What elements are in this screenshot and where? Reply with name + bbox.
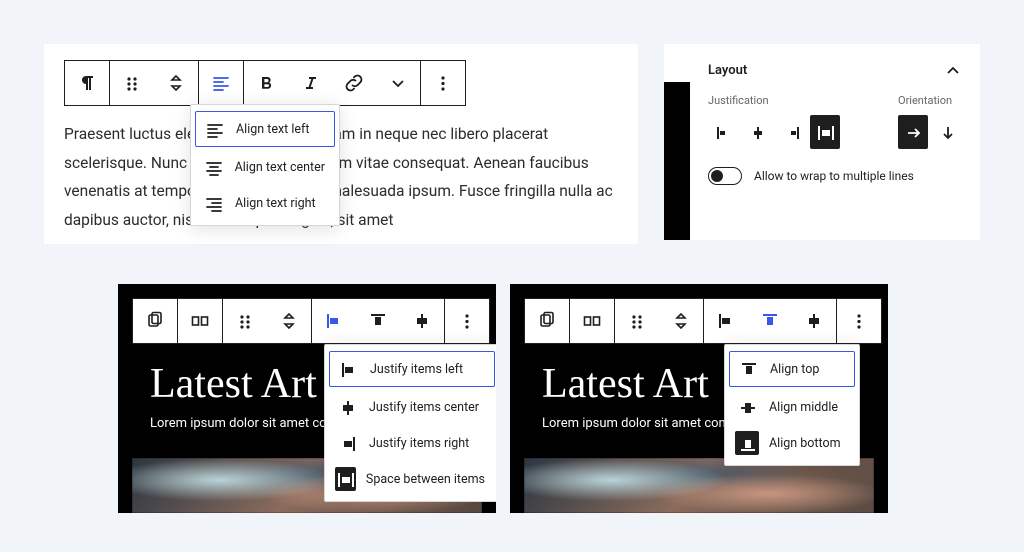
- block-heading[interactable]: Latest Art: [150, 360, 317, 408]
- align-left-icon: [202, 117, 226, 141]
- layout-title: Layout: [708, 63, 747, 78]
- drag-handle[interactable]: [110, 61, 154, 105]
- justify-center-icon: [335, 395, 359, 419]
- wrap-label: Allow to wrap to multiple lines: [754, 169, 914, 183]
- width-button[interactable]: [400, 299, 444, 343]
- align-center-option[interactable]: Align text center: [191, 149, 339, 185]
- row-block-panel-justify: Latest Art Lorem ipsum dolor sit amet co…: [118, 284, 496, 513]
- collapse-icon[interactable]: [942, 60, 962, 80]
- more-rich-text[interactable]: [376, 61, 420, 105]
- justify-right-icon: [335, 431, 359, 455]
- justify-center-button[interactable]: [742, 115, 772, 149]
- paragraph-button[interactable]: [65, 61, 109, 105]
- row-block-icon[interactable]: [570, 299, 614, 343]
- align-left-option[interactable]: Align text left: [195, 111, 335, 147]
- paragraph-text[interactable]: Praesent luctus eleifend consequare. Nam…: [64, 120, 618, 235]
- justify-left-button[interactable]: [708, 115, 738, 149]
- move-up-down[interactable]: [659, 299, 703, 343]
- align-top-icon: [736, 357, 760, 381]
- row-block-panel-valign: Latest Art Lorem ipsum dolor sit amet co…: [510, 284, 888, 513]
- option-label: Align text center: [235, 160, 325, 175]
- drag-handle[interactable]: [223, 299, 267, 343]
- select-parent-button[interactable]: [133, 299, 177, 343]
- justify-right-button[interactable]: [776, 115, 806, 149]
- wrap-toggle[interactable]: [708, 167, 742, 185]
- horizontal-button[interactable]: [898, 115, 928, 149]
- move-up-down[interactable]: [154, 61, 198, 105]
- valign-button[interactable]: [356, 299, 400, 343]
- align-middle-option[interactable]: Align middle: [725, 389, 859, 425]
- justify-right-option[interactable]: Justify items right: [325, 425, 496, 461]
- align-button[interactable]: [199, 61, 243, 105]
- justify-left-option[interactable]: Justify items left: [329, 351, 495, 387]
- justify-dropdown: Justify items left Justify items center …: [324, 344, 496, 502]
- drag-handle[interactable]: [615, 299, 659, 343]
- options-button[interactable]: [445, 299, 489, 343]
- link-button[interactable]: [332, 61, 376, 105]
- option-label: Align bottom: [769, 436, 841, 451]
- move-up-down[interactable]: [267, 299, 311, 343]
- justify-button[interactable]: [704, 299, 748, 343]
- valign-dropdown: Align top Align middle Align bottom: [724, 344, 860, 466]
- space-between-button[interactable]: [810, 115, 840, 149]
- option-label: Justify items center: [369, 400, 479, 415]
- select-parent-button[interactable]: [525, 299, 569, 343]
- align-dropdown: Align text left Align text center Align …: [190, 104, 340, 226]
- options-button[interactable]: [837, 299, 881, 343]
- orientation-buttons: [898, 115, 962, 149]
- align-right-option[interactable]: Align text right: [191, 185, 339, 221]
- align-middle-icon: [735, 395, 759, 419]
- justify-left-icon: [336, 357, 360, 381]
- option-label: Justify items right: [369, 436, 469, 451]
- block-toolbar: [64, 60, 466, 106]
- justification-buttons: [708, 115, 840, 149]
- row-block-icon[interactable]: [178, 299, 222, 343]
- block-toolbar: [132, 298, 490, 344]
- space-between-icon: [335, 467, 356, 491]
- option-label: Align text left: [236, 122, 309, 137]
- orientation-label: Orientation: [898, 94, 962, 107]
- width-button[interactable]: [792, 299, 836, 343]
- sidebar-accent: [664, 82, 690, 240]
- layout-settings-panel: Layout Justification Orientation: [664, 44, 980, 240]
- align-center-icon: [201, 155, 225, 179]
- align-bottom-icon: [735, 431, 759, 455]
- italic-button[interactable]: [288, 61, 332, 105]
- valign-button[interactable]: [748, 299, 792, 343]
- block-heading[interactable]: Latest Art: [542, 360, 709, 408]
- options-button[interactable]: [421, 61, 465, 105]
- align-top-option[interactable]: Align top: [729, 351, 855, 387]
- block-toolbar: [524, 298, 882, 344]
- option-label: Align top: [770, 362, 819, 377]
- option-label: Justify items left: [370, 362, 463, 377]
- option-label: Align text right: [235, 196, 316, 211]
- text-block-panel: Praesent luctus eleifend consequare. Nam…: [44, 44, 638, 244]
- justification-label: Justification: [708, 94, 840, 107]
- align-right-icon: [201, 191, 225, 215]
- vertical-button[interactable]: [932, 115, 962, 149]
- option-label: Space between items: [366, 472, 485, 487]
- space-between-option[interactable]: Space between items: [325, 461, 496, 497]
- bold-button[interactable]: [244, 61, 288, 105]
- align-bottom-option[interactable]: Align bottom: [725, 425, 859, 461]
- justify-center-option[interactable]: Justify items center: [325, 389, 496, 425]
- justify-button[interactable]: [312, 299, 356, 343]
- cover-image: [524, 458, 874, 513]
- option-label: Align middle: [769, 400, 838, 415]
